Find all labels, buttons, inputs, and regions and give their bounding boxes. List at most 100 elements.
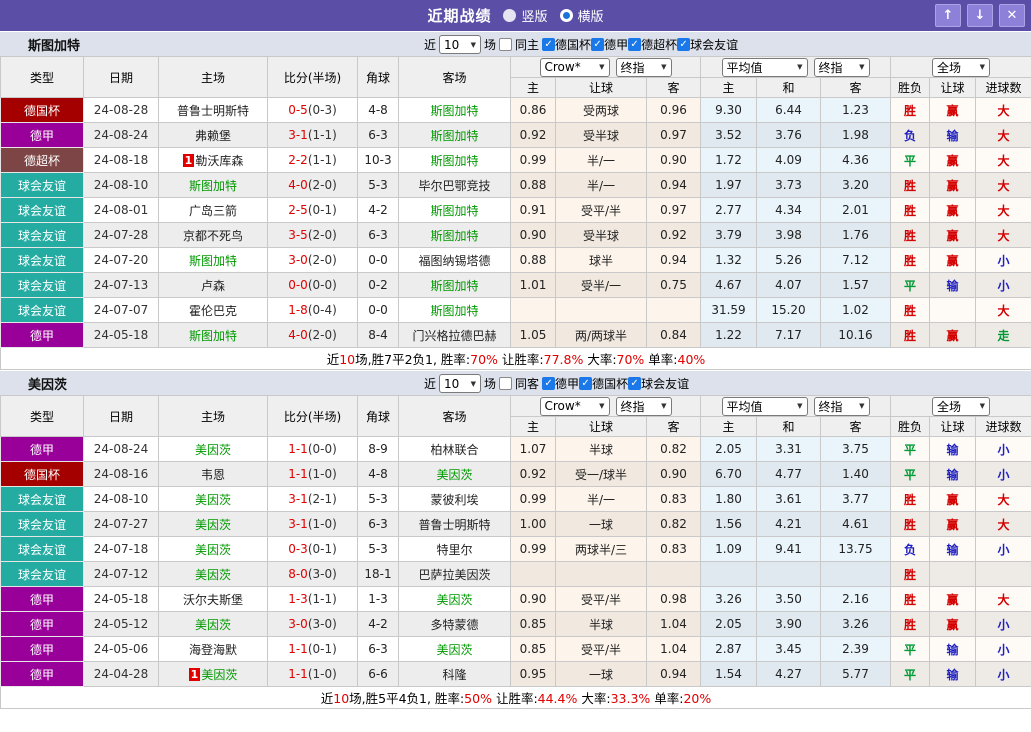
league-filter: ✓德超杯 (628, 36, 677, 53)
league-filter-checkbox[interactable]: ✓ (677, 38, 690, 51)
home-team: 卢森 (159, 273, 268, 298)
corner-score: 6-6 (358, 662, 399, 687)
league-filter-label: 德国杯 (592, 375, 628, 392)
scroll-down-button[interactable]: ↓ (967, 4, 993, 27)
result-handicap: 赢 (930, 323, 976, 348)
subcol-avg-draw: 和 (757, 417, 821, 437)
away-team: 门兴格拉德巴赫 (399, 323, 511, 348)
avg-away: 1.02 (821, 298, 891, 323)
recent-count-select[interactable]: 10 ▼ (439, 35, 481, 54)
match-date: 24-05-18 (84, 323, 159, 348)
league-filter-checkbox[interactable]: ✓ (542, 38, 555, 51)
chevron-down-icon: ▼ (661, 402, 666, 410)
result-outcome: 胜 (891, 512, 930, 537)
league-filter-checkbox[interactable]: ✓ (628, 38, 641, 51)
avg-away: 2.16 (821, 587, 891, 612)
result-goals: 小 (976, 662, 1031, 687)
away-team: 斯图加特 (399, 198, 511, 223)
radio-vertical-layout[interactable]: 竖版 (503, 6, 547, 25)
final-odds-select-2[interactable]: 终指▼ (814, 397, 870, 416)
result-handicap: 赢 (930, 612, 976, 637)
team-name: 斯图加特 (28, 35, 80, 54)
odds-home (511, 298, 556, 323)
avg-draw: 4.07 (757, 273, 821, 298)
avg-home: 4.67 (701, 273, 757, 298)
bookmaker-select[interactable]: Crow*▼ (540, 397, 610, 416)
subcol-goals-result: 进球数 (976, 78, 1031, 98)
score-cell: 3-1(1-0) (268, 512, 358, 537)
same-venue-checkbox[interactable] (499, 38, 512, 51)
match-date: 24-04-28 (84, 662, 159, 687)
subcol-handicap-result: 让球 (930, 417, 976, 437)
result-dropdown-cell: 全场▼ (891, 396, 1031, 417)
league-filters: ✓德甲✓德国杯✓球会友谊 (542, 375, 689, 392)
radio-horizontal-layout[interactable]: 横版 (560, 6, 604, 25)
bookmaker-select[interactable]: Crow*▼ (540, 58, 610, 77)
avg-draw: 3.98 (757, 223, 821, 248)
chevron-down-icon: ▼ (980, 402, 985, 410)
col-header-away: 客场 (399, 396, 511, 437)
league-filter: ✓球会友谊 (677, 36, 738, 53)
odds-away: 0.94 (647, 248, 701, 273)
average-select[interactable]: 平均值▼ (722, 397, 808, 416)
recent-count-select[interactable]: 10 ▼ (439, 374, 481, 393)
subcol-handicap-result: 让球 (930, 78, 976, 98)
average-select[interactable]: 平均值▼ (722, 58, 808, 77)
final-odds-select[interactable]: 终指▼ (616, 397, 672, 416)
handicap-line: 半/一 (556, 148, 647, 173)
result-handicap: 赢 (930, 148, 976, 173)
avg-home: 3.26 (701, 587, 757, 612)
corner-score: 4-2 (358, 612, 399, 637)
match-date: 24-05-12 (84, 612, 159, 637)
odds-home: 0.85 (511, 637, 556, 662)
league-filter-checkbox[interactable]: ✓ (579, 377, 592, 390)
fulltime-select[interactable]: 全场▼ (932, 58, 990, 77)
average-dropdown-cell: 平均值▼ 终指▼ (701, 57, 891, 78)
close-button[interactable]: ✕ (999, 4, 1025, 27)
scroll-up-button[interactable]: ↑ (935, 4, 961, 27)
result-handicap: 赢 (930, 198, 976, 223)
same-venue-label: 同客 (515, 375, 539, 392)
score-cell: 1-1(0-0) (268, 437, 358, 462)
corner-score: 5-3 (358, 537, 399, 562)
league-filter-checkbox[interactable]: ✓ (628, 377, 641, 390)
chevron-down-icon: ▼ (859, 402, 864, 410)
match-row: 球会友谊24-07-27美因茨3-1(1-0)6-3普鲁士明斯特1.00一球0.… (1, 512, 1031, 537)
final-odds-select[interactable]: 终指▼ (616, 58, 672, 77)
odds-home: 0.95 (511, 662, 556, 687)
away-team: 普鲁士明斯特 (399, 512, 511, 537)
league-filter-checkbox[interactable]: ✓ (542, 377, 555, 390)
match-row: 球会友谊24-07-18美因茨0-3(0-1)5-3特里尔0.99两球半/三0.… (1, 537, 1031, 562)
avg-draw: 3.50 (757, 587, 821, 612)
avg-home: 1.09 (701, 537, 757, 562)
avg-away: 3.26 (821, 612, 891, 637)
match-row: 德国杯24-08-16韦恩1-1(1-0)4-8美因茨0.92受一/球半0.90… (1, 462, 1031, 487)
corner-score: 0-2 (358, 273, 399, 298)
result-handicap: 赢 (930, 587, 976, 612)
result-handicap: 输 (930, 537, 976, 562)
corner-score: 18-1 (358, 562, 399, 587)
chevron-down-icon: ▼ (797, 63, 802, 71)
avg-away: 13.75 (821, 537, 891, 562)
away-team: 斯图加特 (399, 123, 511, 148)
league-badge: 德甲 (1, 612, 84, 637)
match-date: 24-05-18 (84, 587, 159, 612)
odds-home: 0.88 (511, 173, 556, 198)
final-odds-select-2[interactable]: 终指▼ (814, 58, 870, 77)
match-row: 球会友谊24-07-07霍伦巴克1-8(0-4)0-0斯图加特31.5915.2… (1, 298, 1031, 323)
subcol-odds-away: 客 (647, 78, 701, 98)
fulltime-select[interactable]: 全场▼ (932, 397, 990, 416)
avg-draw: 3.61 (757, 487, 821, 512)
same-venue-checkbox[interactable] (499, 377, 512, 390)
avg-draw: 15.20 (757, 298, 821, 323)
subcol-avg-home: 主 (701, 78, 757, 98)
avg-home: 2.77 (701, 198, 757, 223)
league-filter-checkbox[interactable]: ✓ (591, 38, 604, 51)
score-cell: 8-0(3-0) (268, 562, 358, 587)
avg-away: 1.23 (821, 98, 891, 123)
score-cell: 1-1(1-0) (268, 662, 358, 687)
league-badge: 球会友谊 (1, 248, 84, 273)
avg-home: 1.97 (701, 173, 757, 198)
result-goals: 大 (976, 173, 1031, 198)
matches-label: 场 (484, 375, 496, 392)
